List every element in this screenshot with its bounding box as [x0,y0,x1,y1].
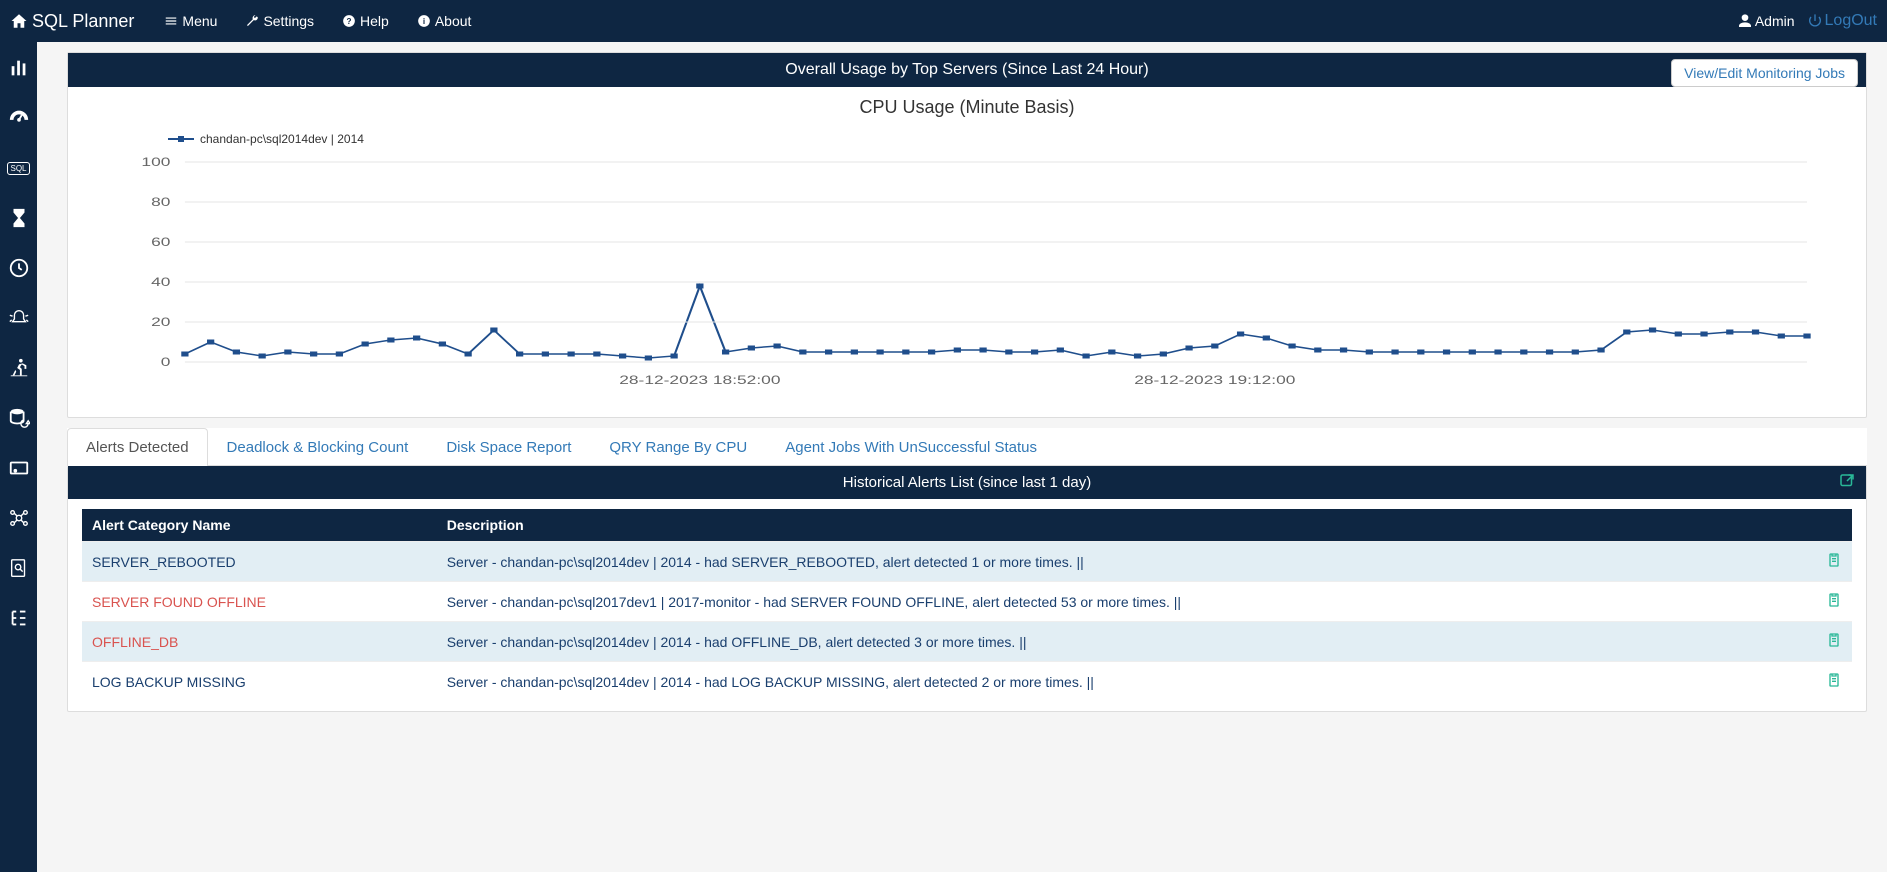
nav-about-label: About [435,13,472,29]
legend-label: chandan-pc\sql2014dev | 2014 [200,132,364,146]
alerts-panel-header: Historical Alerts List (since last 1 day… [68,466,1866,499]
sidebar-docsearch[interactable] [7,556,31,580]
user-area: Admin LogOut [1737,12,1877,30]
svg-text:100: 100 [141,156,170,170]
chart-legend: chandan-pc\sql2014dev | 2014 [168,132,1836,146]
table-row: LOG BACKUP MISSINGServer - chandan-pc\sq… [82,662,1852,702]
info-icon: i [417,14,431,28]
col-description: Description [437,509,1816,542]
hourglass-icon [8,207,30,229]
user-name: Admin [1755,13,1795,29]
alert-category: SERVER_REBOOTED [82,542,437,582]
sidebar-bell[interactable] [7,306,31,330]
bell-icon [8,307,30,329]
svg-text:28-12-2023 19:12:00: 28-12-2023 19:12:00 [1134,374,1295,388]
sidebar-hourglass[interactable] [7,206,31,230]
user-icon [1737,13,1753,29]
run-icon [8,357,30,379]
brand-text: SQL Planner [32,11,134,32]
alerts-table: Alert Category NameDescription SERVER_RE… [82,509,1852,701]
row-action-icon[interactable] [1816,542,1852,582]
sidebar-bars[interactable] [7,56,31,80]
row-action-icon[interactable] [1816,662,1852,702]
sidebar-db[interactable] [7,406,31,430]
user-link[interactable]: Admin [1737,13,1795,29]
power-icon [1807,13,1823,29]
alert-description: Server - chandan-pc\sql2014dev | 2014 - … [437,622,1816,662]
sidebar-gauge[interactable] [7,106,31,130]
nav-menu-label: Menu [182,13,217,29]
tab-deadlock-blocking-count[interactable]: Deadlock & Blocking Count [208,428,428,466]
alert-description: Server - chandan-pc\sql2014dev | 2014 - … [437,662,1816,702]
bars-icon [8,57,30,79]
nav-help-label: Help [360,13,389,29]
db-refresh-icon [8,407,30,429]
overview-title: Overall Usage by Top Servers (Since Last… [785,61,1148,79]
help-icon: ? [342,14,356,28]
legend-swatch [168,138,194,140]
alert-category: SERVER FOUND OFFLINE [82,582,437,622]
svg-text:i: i [423,17,425,26]
sidebar-sql[interactable]: SQL [7,156,31,180]
alerts-panel-title: Historical Alerts List (since last 1 day… [843,474,1091,491]
table-row: SERVER FOUND OFFLINEServer - chandan-pc\… [82,582,1852,622]
gauge-icon [8,107,30,129]
tab-agent-jobs-with-unsuccessful-status[interactable]: Agent Jobs With UnSuccessful Status [766,428,1056,466]
chart-title: CPU Usage (Minute Basis) [68,87,1866,122]
sidebar-run[interactable] [7,356,31,380]
svg-text:28-12-2023 18:52:00: 28-12-2023 18:52:00 [619,374,780,388]
tabs-bar: Alerts DetectedDeadlock & Blocking Count… [67,428,1867,466]
svg-text:80: 80 [151,196,170,210]
tab-alerts-detected[interactable]: Alerts Detected [67,428,208,466]
tree-icon [8,607,30,629]
brand-logo[interactable]: SQL Planner [10,11,134,32]
row-action-icon[interactable] [1816,622,1852,662]
cpu-chart: 0 20 40 60 80 100 28-12-2023 18:52:00 28-12-202… [98,152,1836,392]
col-alert-category-name: Alert Category Name [82,509,437,542]
alert-description: Server - chandan-pc\sql2017dev1 | 2017-m… [437,582,1816,622]
svg-text:20: 20 [151,316,170,330]
sidebar-clock[interactable] [7,256,31,280]
doc-search-icon [8,557,30,579]
sidebar-tree[interactable] [7,606,31,630]
home-icon [10,12,28,30]
alert-category: OFFLINE_DB [82,622,437,662]
tab-qry-range-by-cpu[interactable]: QRY Range By CPU [590,428,766,466]
nodes-icon [8,507,30,529]
clock-icon [8,257,30,279]
sql-icon: SQL [7,162,29,175]
sidebar: SQL [0,42,37,872]
nav-help[interactable]: ? Help [342,13,389,29]
row-action-icon[interactable] [1816,582,1852,622]
table-row: SERVER_REBOOTEDServer - chandan-pc\sql20… [82,542,1852,582]
tab-disk-space-report[interactable]: Disk Space Report [427,428,590,466]
logout-label: LogOut [1825,12,1877,30]
top-nav: Menu Settings ? Help i About [164,13,471,29]
nav-settings-label: Settings [263,13,314,29]
open-external-icon[interactable] [1838,472,1856,494]
disk-icon [8,457,30,479]
svg-text:?: ? [347,17,352,26]
nav-settings[interactable]: Settings [245,13,314,29]
table-row: OFFLINE_DBServer - chandan-pc\sql2014dev… [82,622,1852,662]
logout-link[interactable]: LogOut [1807,12,1877,30]
alert-description: Server - chandan-pc\sql2014dev | 2014 - … [437,542,1816,582]
nav-menu[interactable]: Menu [164,13,217,29]
sidebar-nodes[interactable] [7,506,31,530]
view-edit-jobs-button[interactable]: View/Edit Monitoring Jobs [1671,59,1858,87]
wrench-icon [245,14,259,28]
nav-about[interactable]: i About [417,13,472,29]
svg-text:0: 0 [161,356,171,370]
overview-header: Overall Usage by Top Servers (Since Last… [68,53,1866,87]
svg-text:40: 40 [151,276,170,290]
alert-category: LOG BACKUP MISSING [82,662,437,702]
menu-icon [164,14,178,28]
svg-text:60: 60 [151,236,170,250]
sidebar-disk[interactable] [7,456,31,480]
